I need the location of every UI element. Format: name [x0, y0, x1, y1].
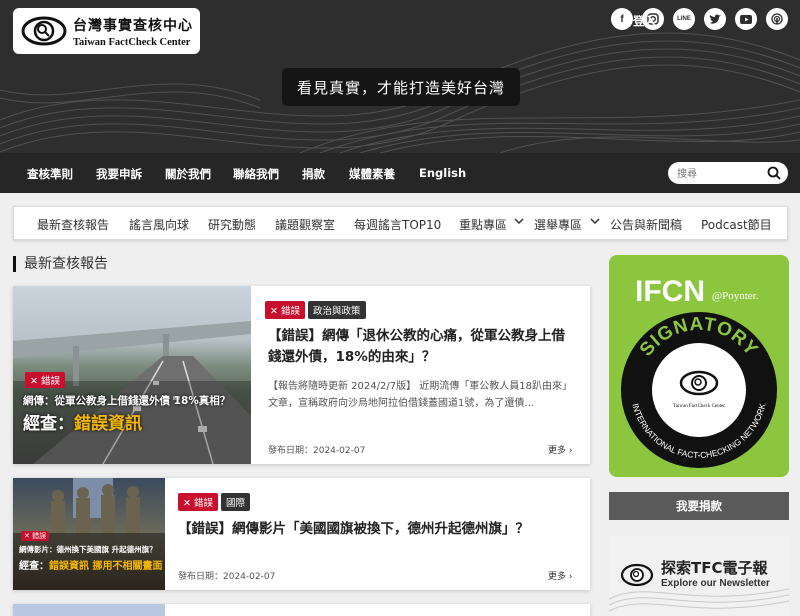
chevron-down-icon[interactable]: [514, 217, 524, 228]
facebook-icon[interactable]: f: [611, 8, 633, 30]
more-link[interactable]: 更多 ›: [548, 443, 572, 456]
podcast-icon[interactable]: [766, 8, 788, 30]
section-title: 最新查核報告: [13, 256, 108, 272]
eye-logo-icon: [21, 16, 67, 46]
article-card[interactable]: ✕ 錯誤 網傳：從軍公教身上借錢還外債 18%真相？ 經查：錯誤資訊 ✕ 錯誤政…: [13, 286, 590, 464]
error-tag[interactable]: ✕ 錯誤: [265, 301, 305, 319]
thumb-verdict: 經查：錯誤資訊: [23, 414, 142, 434]
newsletter-subtitle: Explore our Newsletter: [661, 578, 770, 589]
article-thumbnail[interactable]: ✕ 錯誤 網傳：從軍公教身上借錢還外債 18%真相？ 經查：錯誤資訊: [13, 286, 251, 464]
subnav-item-announcements[interactable]: 公告與新聞稿: [610, 216, 682, 233]
nav-item-guidelines[interactable]: 查核準則: [27, 166, 73, 182]
svg-text:Taiwan FactCheck Center: Taiwan FactCheck Center: [673, 404, 725, 409]
subnav-item-featured[interactable]: 重點專區: [459, 216, 507, 233]
thumb-error-badge: ✕ 錯誤: [21, 531, 50, 541]
subnav-item-election[interactable]: 選舉專區: [534, 216, 582, 233]
tag-list: ✕ 錯誤 政治與政策: [265, 299, 369, 319]
logo-subtitle: Taiwan FactCheck Center: [73, 36, 191, 48]
search-box: [668, 162, 788, 186]
thumb-caption: 網傳：從軍公教身上借錢還外債 18%真相？: [23, 395, 231, 407]
login-link[interactable]: 登入: [633, 13, 656, 29]
slogan-banner: 看見真實，才能打造美好台灣: [282, 68, 520, 106]
thumb-error-badge: ✕ 錯誤: [25, 372, 65, 388]
category-tag[interactable]: 政治與政策: [308, 301, 366, 319]
ifcn-signatory-logo: IFCN @Poynter. SIGNATORY INTERNATIONAL F…: [621, 275, 777, 468]
search-input[interactable]: [668, 163, 758, 186]
nav-item-media-literacy[interactable]: 媒體素養: [349, 166, 395, 182]
twitter-icon[interactable]: [704, 8, 726, 30]
donate-button[interactable]: 我要捐款: [609, 492, 789, 520]
article-thumbnail[interactable]: ✕ 錯誤 網傳影片：德州換下美國旗 升起德州旗？ 經查：錯誤資訊 挪用不相關畫面: [13, 478, 165, 590]
article-excerpt: 【報告將隨時更新 2024/2/7版】 近期流傳「軍公教人員18趴由來」文章，宣…: [268, 381, 572, 409]
article-card[interactable]: ✕ 錯誤 網傳影片：德州換下美國旗 升起德州旗？ 經查：錯誤資訊 挪用不相關畫面…: [13, 478, 590, 590]
nav-item-contact[interactable]: 聯絡我們: [233, 166, 279, 182]
newsletter-banner[interactable]: 探索TFC電子報 Explore our Newsletter: [609, 535, 789, 616]
error-tag[interactable]: ✕ 錯誤: [178, 493, 218, 511]
logo-title: 台灣事實查核中心: [73, 17, 193, 34]
subnav-item-podcast[interactable]: Podcast節目: [701, 216, 772, 233]
article-thumbnail[interactable]: [13, 604, 165, 616]
svg-text:@Poynter.: @Poynter.: [712, 290, 759, 302]
article-title[interactable]: 【錯誤】網傳「退休公教的心痛，從軍公教身上借錢還外債，18%的由來」？: [268, 326, 578, 368]
category-tag[interactable]: 國際: [221, 493, 251, 511]
site-logo[interactable]: 台灣事實查核中心 Taiwan FactCheck Center: [13, 8, 200, 54]
nav-item-donate[interactable]: 捐款: [302, 166, 325, 182]
ifcn-badge[interactable]: IFCN @Poynter. SIGNATORY INTERNATIONAL F…: [609, 255, 789, 477]
newsletter-title: 探索TFC電子報: [661, 559, 768, 577]
article-title[interactable]: 【錯誤】網傳影片「美國國旗被換下，德州升起德州旗」？: [178, 519, 578, 540]
tag-list: ✕ 錯誤 國際: [178, 491, 253, 511]
nav-item-about[interactable]: 關於我們: [165, 166, 211, 182]
search-icon[interactable]: [767, 166, 781, 180]
subnav-item-weekly-top10[interactable]: 每週謠言TOP10: [354, 216, 441, 233]
article-date: 發布日期：2024-02-07: [268, 446, 366, 456]
svg-text:IFCN: IFCN: [635, 275, 705, 308]
article-date: 發布日期：2024-02-07: [178, 572, 276, 582]
subnav-item-research[interactable]: 研究動態: [208, 216, 256, 233]
article-card[interactable]: [13, 604, 590, 616]
header-banner: 台灣事實查核中心 Taiwan FactCheck Center f LINE …: [0, 0, 800, 153]
more-link[interactable]: 更多 ›: [548, 569, 572, 582]
line-icon[interactable]: LINE: [673, 8, 695, 30]
nav-item-english[interactable]: English: [419, 166, 466, 180]
thumb-caption: 網傳影片：德州換下美國旗 升起德州旗？: [19, 545, 157, 554]
nav-item-complaint[interactable]: 我要申訴: [96, 166, 142, 182]
youtube-icon[interactable]: [735, 8, 757, 30]
subnav-item-issue-watch[interactable]: 議題觀察室: [275, 216, 335, 233]
subnav-item-rumor-trends[interactable]: 謠言風向球: [129, 216, 189, 233]
chevron-down-icon[interactable]: [590, 217, 600, 228]
category-nav: 最新查核報告 謠言風向球 研究動態 議題觀察室 每週謠言TOP10 重點專區 選…: [13, 206, 788, 240]
thumb-verdict: 經查：錯誤資訊 挪用不相關畫面: [19, 561, 163, 572]
subnav-item-latest[interactable]: 最新查核報告: [37, 216, 109, 233]
